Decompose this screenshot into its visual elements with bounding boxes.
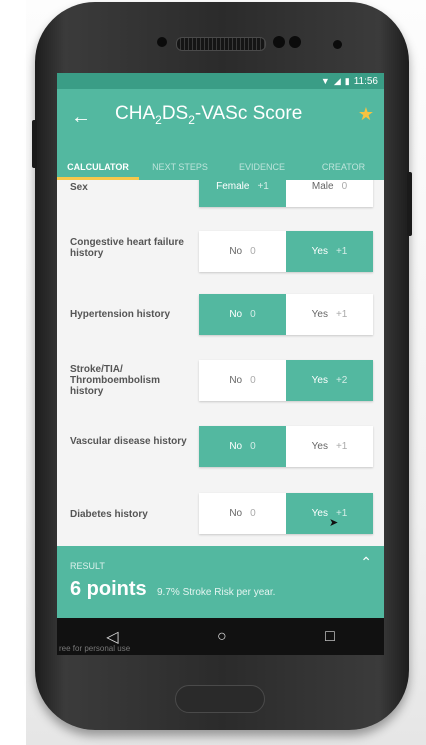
option-yes[interactable]: Yes +1	[286, 294, 373, 335]
criterion-label: Hypertension history	[70, 309, 171, 320]
tab-creator[interactable]: CREATOR	[303, 155, 384, 180]
criterion-row-stroke: Stroke/TIA/ Thromboembolism history No 0 …	[57, 347, 384, 414]
option-yes[interactable]: Yes +1	[286, 426, 373, 467]
tab-calculator[interactable]: CALCULATOR	[57, 155, 139, 180]
battery-icon: ▮	[344, 75, 350, 86]
criterion-row-diabetes: Diabetes history No 0 Yes +1	[57, 479, 384, 546]
watermark-text: ree for personal use	[59, 644, 131, 653]
option-female[interactable]: Female +1	[199, 180, 286, 207]
nav-home-icon[interactable]: ○	[217, 628, 227, 646]
arrow-left-icon[interactable]: ←	[71, 106, 91, 129]
option-no[interactable]: No 0	[199, 294, 286, 335]
phone-screen: ▼ ◢ ▮ 11:56 ← CHA2DS2-VASc Score ★ CALCU…	[57, 73, 384, 655]
option-no[interactable]: No 0	[199, 426, 286, 467]
option-toggle: Female +1 Male 0	[199, 180, 373, 207]
criterion-label: Congestive heart failure history	[70, 237, 184, 259]
option-toggle: No 0 Yes +1	[199, 493, 373, 534]
criterion-row-sex: Sex Female +1 Male 0	[57, 180, 384, 216]
star-icon[interactable]: ★	[358, 104, 374, 125]
page-title: CHA2DS2-VASc Score	[115, 103, 303, 127]
result-score: 6 points	[70, 578, 147, 600]
mouse-pointer-icon: ➤	[329, 517, 339, 529]
sensor-icon-2	[289, 36, 301, 48]
result-panel[interactable]: RESULT 6 points 9.7% Stroke Risk per yea…	[57, 546, 384, 618]
option-no[interactable]: No 0	[199, 360, 286, 401]
chevron-up-icon[interactable]: ⌃	[360, 554, 372, 571]
criterion-row-vascular: Vascular disease history No 0 Yes +1	[57, 413, 384, 480]
side-button-right	[407, 172, 412, 236]
earpiece-speaker	[176, 37, 266, 51]
tab-bar: CALCULATOR NEXT STEPS EVIDENCE CREATOR	[57, 155, 384, 180]
wifi-icon: ▼	[320, 76, 330, 86]
camera-icon	[157, 37, 167, 47]
nav-recents-icon[interactable]: □	[325, 628, 335, 646]
status-bar: ▼ ◢ ▮ 11:56	[57, 73, 384, 89]
criteria-list: Sex Female +1 Male 0 Congestive heart fail…	[57, 180, 384, 546]
signal-icon: ◢	[333, 75, 341, 86]
option-toggle: No 0 Yes +2	[199, 360, 373, 401]
criterion-label: Vascular disease history	[70, 436, 187, 447]
criterion-label: Diabetes history	[70, 509, 148, 520]
criterion-label: Sex	[70, 182, 88, 193]
result-label: RESULT	[70, 561, 105, 571]
option-yes[interactable]: Yes +2	[286, 360, 373, 401]
sensor-icon	[273, 36, 285, 48]
tab-next-steps[interactable]: NEXT STEPS	[139, 155, 221, 180]
option-no[interactable]: No 0	[199, 231, 286, 272]
criterion-row-hypertension: Hypertension history No 0 Yes +1	[57, 281, 384, 348]
hardware-home-button[interactable]	[175, 685, 265, 713]
option-toggle: No 0 Yes +1	[199, 294, 373, 335]
option-yes[interactable]: Yes +1	[286, 231, 373, 272]
result-risk: 9.7% Stroke Risk per year.	[157, 587, 276, 598]
option-male[interactable]: Male 0	[286, 180, 373, 207]
option-toggle: No 0 Yes +1	[199, 426, 373, 467]
front-camera-icon	[333, 40, 342, 49]
side-button-left	[32, 120, 37, 168]
status-time: 11:56	[353, 75, 378, 87]
criterion-row-chf: Congestive heart failure history No 0 Yes…	[57, 215, 384, 282]
option-no[interactable]: No 0	[199, 493, 286, 534]
tab-evidence[interactable]: EVIDENCE	[221, 155, 303, 180]
option-toggle: No 0 Yes +1	[199, 231, 373, 272]
app-bar: ← CHA2DS2-VASc Score ★ CALCULATOR NEXT S…	[57, 89, 384, 180]
criterion-label: Stroke/TIA/ Thromboembolism history	[70, 364, 161, 397]
